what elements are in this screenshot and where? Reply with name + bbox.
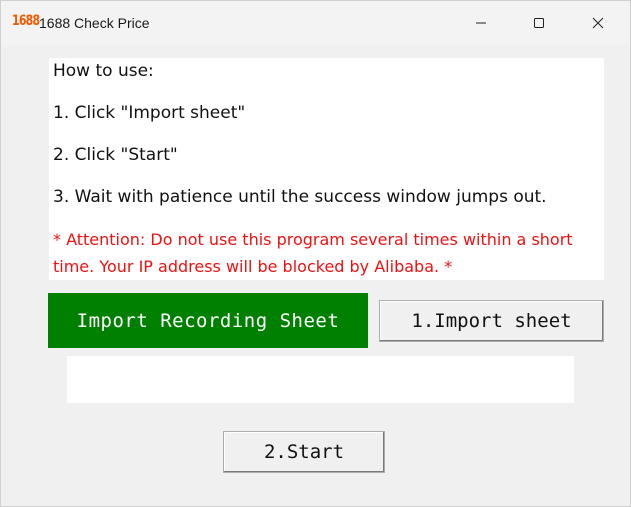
minimize-icon	[476, 22, 486, 24]
attention-warning: * Attention: Do not use this program sev…	[53, 230, 573, 276]
sheet-path-field[interactable]	[67, 356, 574, 403]
instruction-step-2: 2. Click "Start"	[53, 145, 178, 165]
minimize-button[interactable]	[458, 1, 504, 45]
start-button[interactable]: 2.Start	[223, 431, 385, 473]
instruction-step-1: 1. Click "Import sheet"	[53, 103, 246, 123]
import-recording-sheet-label: Import Recording Sheet	[48, 293, 368, 348]
maximize-icon	[534, 18, 544, 28]
app-window: 1688 1688 Check Price How to use: 1. Cli…	[0, 0, 631, 507]
instructions-heading: How to use:	[53, 61, 154, 81]
close-icon	[592, 17, 604, 29]
import-sheet-button[interactable]: 1.Import sheet	[379, 300, 604, 342]
maximize-button[interactable]	[516, 1, 562, 45]
close-button[interactable]	[575, 1, 621, 45]
app-logo-icon: 1688	[12, 13, 40, 29]
instructions-panel: How to use: 1. Click "Import sheet" 2. C…	[49, 58, 604, 280]
instruction-step-3: 3. Wait with patience until the success …	[53, 187, 547, 207]
window-title: 1688 Check Price	[39, 15, 150, 31]
title-bar[interactable]: 1688 1688 Check Price	[1, 1, 630, 45]
